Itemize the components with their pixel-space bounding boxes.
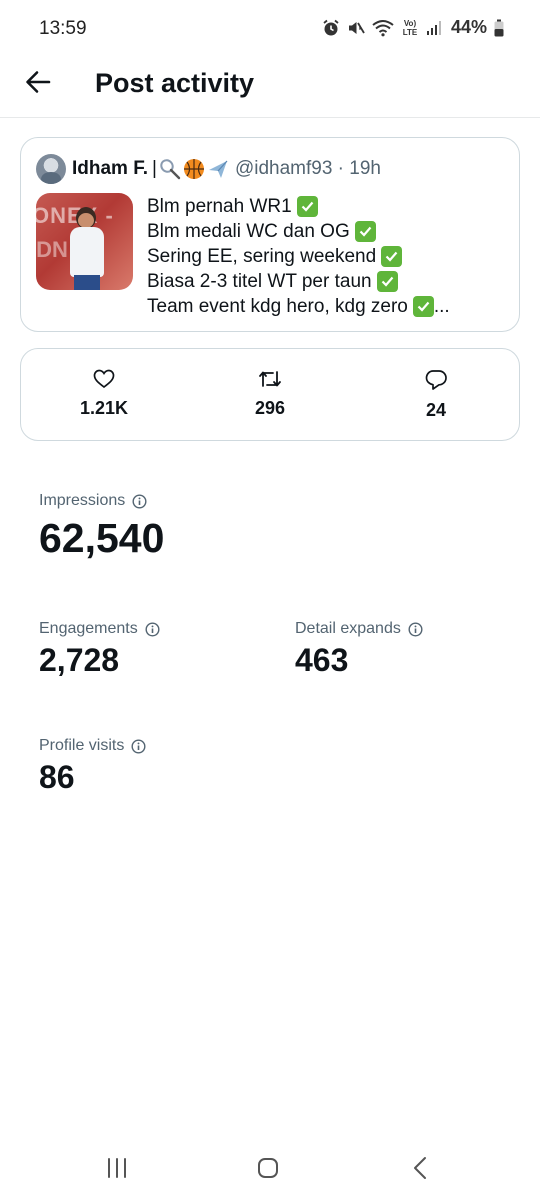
check-mark-icon [376,271,398,292]
detail-expands-label-row: Detail expands [295,620,423,638]
profile-visits-label: Profile visits [39,737,125,754]
impressions-label: Impressions [39,492,126,509]
post-line: Sering EE, sering weekend [147,244,450,269]
replies-stat[interactable]: 24 [386,369,486,421]
engagement-summary: 1.21K 296 24 [20,348,520,441]
profile-visits-value: 86 [39,759,75,795]
check-mark-icon [412,296,434,317]
info-icon[interactable] [132,493,147,509]
post-ellipsis: ... [433,295,450,317]
author-emojis [159,158,229,180]
post-line: Blm pernah WR1 [147,194,450,219]
post-line-text: Blm pernah WR1 [147,195,292,217]
impressions-value: 62,540 [39,515,165,561]
info-icon[interactable] [408,621,423,637]
airplane-icon [208,160,228,178]
reply-icon [425,370,447,390]
post-thumbnail[interactable]: ONEX - IDN DI [36,193,133,290]
post-line-text: Blm medali WC dan OG [147,220,350,242]
name-separator: | [152,158,157,179]
battery-percent: 44% [450,17,487,37]
author-name: Idham F. [72,158,149,179]
basketball-icon [183,159,204,179]
alarm-icon [323,19,339,35]
post-text: Blm pernah WR1 Blm medali WC dan OG Seri… [147,194,450,319]
avatar [36,154,66,184]
detail-expands-label: Detail expands [295,620,401,637]
header: Post activity [0,58,540,116]
header-divider [0,117,540,118]
volte-icon: Vo) LTE [402,18,418,37]
page-title: Post activity [95,68,255,98]
signal-icon [426,20,441,35]
check-mark-icon [354,221,376,242]
repost-icon [259,371,281,387]
recent-apps-icon[interactable] [105,1156,129,1180]
post-line-text: Team event kdg hero, kdg zero [147,295,408,317]
status-time: 13:59 [39,18,87,39]
profile-visits-label-row: Profile visits [39,737,146,755]
detail-expands-value: 463 [295,642,349,678]
post-line-text: Biasa 2-3 titel WT per taun [147,270,372,292]
likes-stat[interactable]: 1.21K [54,369,154,419]
reposts-count: 296 [254,398,286,418]
back-nav-icon[interactable] [409,1156,433,1180]
impressions-label-row: Impressions [39,492,147,510]
info-icon[interactable] [131,738,146,754]
post-line: Blm medali WC dan OG [147,219,450,244]
player-shorts [74,275,100,290]
post-header: Idham F. | @idhamf93 · 19h [36,153,381,185]
system-nav-bar [0,1140,540,1199]
author-handle-time: @idhamf93 · 19h [234,158,381,179]
replies-count: 24 [425,400,447,420]
engagements-label-row: Engagements [39,620,160,638]
reposts-stat[interactable]: 296 [220,369,320,419]
badminton-icon [160,159,181,180]
status-bar: 13:59 Vo) LTE 44% [0,0,540,58]
check-mark-icon [381,246,403,267]
post-line: Team event kdg hero, kdg zero ... [147,294,450,319]
arrow-left-icon [26,71,51,93]
post-line-text: Sering EE, sering weekend [147,245,377,267]
back-button[interactable] [22,66,54,98]
mute-icon [348,21,365,34]
status-icons: Vo) LTE 44% [322,17,504,38]
engagements-label: Engagements [39,620,138,637]
post-line: Biasa 2-3 titel WT per taun [147,269,450,294]
home-icon[interactable] [256,1156,280,1180]
thumbnail-text-top: ONEX - [36,203,114,228]
battery-icon [494,19,504,36]
engagements-value: 2,728 [39,642,120,678]
likes-count: 1.21K [79,398,129,418]
player-shirt [70,227,104,277]
wifi-icon [372,19,394,36]
info-icon[interactable] [145,621,160,637]
player-face [78,213,94,228]
heart-icon [93,369,115,389]
check-mark-icon [296,196,318,217]
post-card[interactable]: Idham F. | @idhamf93 · 19h ONEX - IDN DI [20,137,520,332]
